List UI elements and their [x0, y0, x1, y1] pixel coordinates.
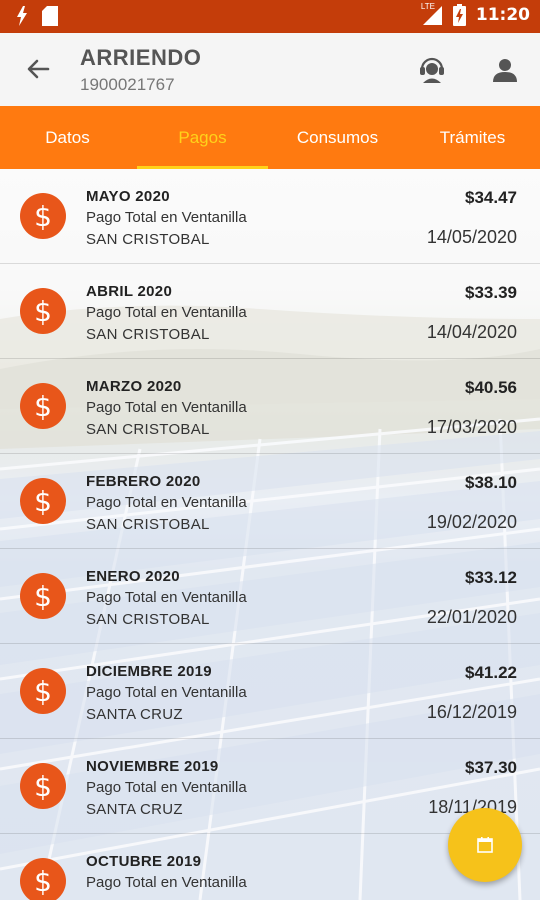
- status-right: LTE 11:20: [420, 2, 530, 26]
- payment-item[interactable]: $ FEBRERO 2020 Pago Total en Ventanilla …: [0, 454, 540, 549]
- status-left: [16, 6, 58, 26]
- dollar-coin-icon: $: [20, 763, 66, 809]
- payment-month: FEBRERO 2020: [86, 473, 201, 490]
- dollar-coin-icon: $: [20, 288, 66, 334]
- payment-date: 22/01/2020: [426, 607, 517, 627]
- svg-text:$: $: [34, 295, 52, 327]
- signal-icon: LTE: [420, 2, 443, 26]
- payment-place: SAN CRISTOBAL: [86, 516, 210, 533]
- payment-place: SAN CRISTOBAL: [86, 231, 210, 248]
- support-agent-icon[interactable]: [418, 55, 446, 83]
- dollar-coin-icon: $: [20, 668, 66, 714]
- payment-date: 17/03/2020: [426, 417, 517, 437]
- payment-place: SANTA CRUZ: [86, 801, 183, 818]
- dollar-coin-icon: $: [20, 478, 66, 524]
- payments-content[interactable]: $ MAYO 2020 Pago Total en Ventanilla SAN…: [0, 169, 540, 900]
- payment-amount: $40.56: [465, 378, 517, 397]
- payment-item[interactable]: $ MAYO 2020 Pago Total en Ventanilla SAN…: [0, 169, 540, 264]
- calendar-icon: [477, 837, 493, 853]
- payment-month: ENERO 2020: [86, 568, 180, 585]
- payment-month: OCTUBRE 2019: [86, 853, 202, 870]
- payment-description: Pago Total en Ventanilla: [86, 399, 247, 416]
- clock: 11:20: [475, 5, 530, 25]
- account-number: 1900021767: [80, 75, 175, 94]
- payment-month: NOVIEMBRE 2019: [86, 758, 219, 775]
- payment-amount: $33.39: [465, 283, 517, 302]
- dollar-coin-icon: $: [20, 193, 66, 239]
- page-title: ARRIENDO: [80, 45, 202, 70]
- payments-list: $ MAYO 2020 Pago Total en Ventanilla SAN…: [0, 169, 540, 900]
- payment-date: 19/02/2020: [426, 512, 517, 532]
- payment-place: SAN CRISTOBAL: [86, 611, 210, 628]
- payment-place: SAN CRISTOBAL: [86, 421, 210, 438]
- flash-icon: [17, 6, 27, 26]
- payment-description: Pago Total en Ventanilla: [86, 779, 247, 796]
- payment-description: Pago Total en Ventanilla: [86, 874, 247, 891]
- payment-description: Pago Total en Ventanilla: [86, 589, 247, 606]
- tab-pagos[interactable]: Pagos: [135, 106, 270, 169]
- svg-text:$: $: [34, 485, 52, 517]
- payment-date: 16/12/2019: [426, 702, 517, 722]
- payment-amount: $37.30: [465, 758, 517, 777]
- arrow-back-icon[interactable]: [22, 55, 52, 85]
- payment-amount: $34.47: [465, 188, 517, 207]
- tab-consumos[interactable]: Consumos: [270, 106, 405, 169]
- payment-description: Pago Total en Ventanilla: [86, 304, 247, 321]
- payment-description: Pago Total en Ventanilla: [86, 684, 247, 701]
- dollar-coin-icon: $: [20, 858, 66, 900]
- payment-description: Pago Total en Ventanilla: [86, 209, 247, 226]
- payment-item[interactable]: $ ABRIL 2020 Pago Total en Ventanilla SA…: [0, 264, 540, 359]
- payment-date: 14/05/2020: [426, 227, 517, 247]
- network-type: LTE: [420, 2, 435, 11]
- payment-place: SANTA CRUZ: [86, 706, 183, 723]
- payment-amount: $33.12: [465, 568, 517, 587]
- payment-description: Pago Total en Ventanilla: [86, 494, 247, 511]
- payment-month: DICIEMBRE 2019: [86, 663, 212, 680]
- payment-date: 14/04/2020: [426, 322, 517, 342]
- payment-month: ABRIL 2020: [86, 283, 173, 300]
- svg-text:$: $: [34, 675, 52, 707]
- payment-item[interactable]: $ MARZO 2020 Pago Total en Ventanilla SA…: [0, 359, 540, 454]
- svg-text:$: $: [34, 770, 52, 802]
- payment-amount: $41.22: [465, 663, 517, 682]
- svg-text:$: $: [34, 580, 52, 612]
- payment-item[interactable]: $ ENERO 2020 Pago Total en Ventanilla SA…: [0, 549, 540, 644]
- tab-datos[interactable]: Datos: [0, 106, 135, 169]
- payment-item[interactable]: $ DICIEMBRE 2019 Pago Total en Ventanill…: [0, 644, 540, 739]
- sd-card-icon: [42, 6, 58, 26]
- tab-tramites[interactable]: Trámites: [405, 106, 540, 169]
- tab-bar: Datos Pagos Consumos Trámites: [0, 106, 540, 169]
- payment-month: MARZO 2020: [86, 378, 182, 395]
- svg-text:$: $: [34, 390, 52, 422]
- dollar-coin-icon: $: [20, 383, 66, 429]
- svg-text:$: $: [34, 865, 52, 897]
- person-icon[interactable]: [492, 57, 518, 83]
- payment-place: SAN CRISTOBAL: [86, 326, 210, 343]
- app-bar: ARRIENDO 1900021767: [0, 33, 540, 106]
- battery-icon: [452, 4, 466, 26]
- dollar-coin-icon: $: [20, 573, 66, 619]
- payment-month: MAYO 2020: [86, 188, 170, 205]
- calendar-fab-button[interactable]: [448, 808, 522, 882]
- payment-amount: $38.10: [465, 473, 517, 492]
- svg-text:$: $: [34, 200, 52, 232]
- status-bar: LTE 11:20: [0, 0, 540, 33]
